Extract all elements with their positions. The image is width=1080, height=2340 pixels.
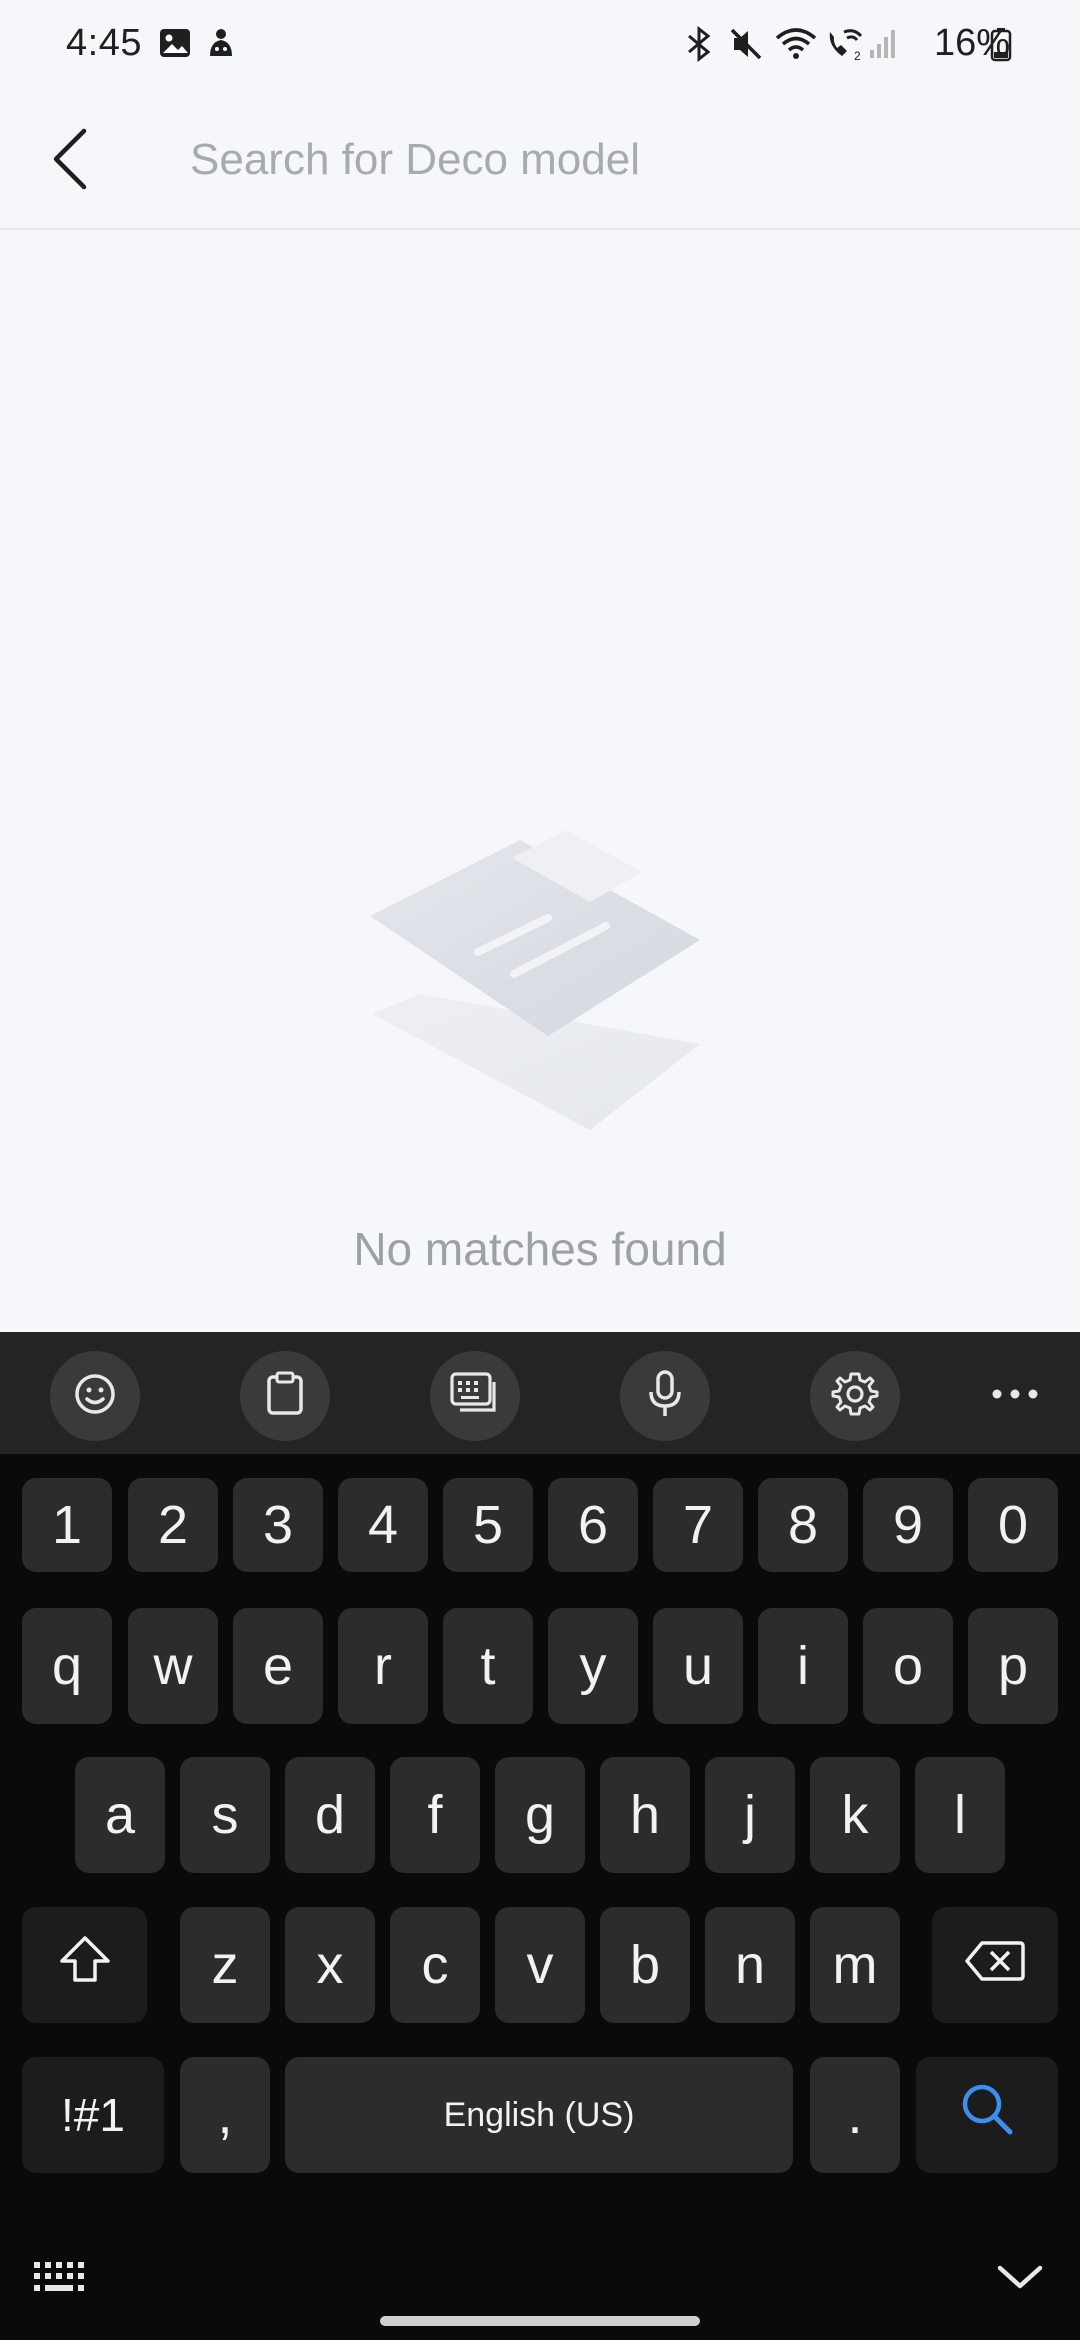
key-o[interactable]: o xyxy=(863,1608,953,1724)
key-h[interactable]: h xyxy=(600,1757,690,1873)
key-z[interactable]: z xyxy=(180,1907,270,2023)
key-c[interactable]: c xyxy=(390,1907,480,2023)
key-m[interactable]: m xyxy=(810,1907,900,2023)
back-arrow-icon xyxy=(48,127,92,196)
no-matches-message: No matches found xyxy=(353,1223,727,1275)
key-a[interactable]: a xyxy=(75,1757,165,1873)
key-s[interactable]: s xyxy=(180,1757,270,1873)
key-l[interactable]: l xyxy=(915,1757,1005,1873)
key-y[interactable]: y xyxy=(548,1608,638,1724)
emoji-button[interactable] xyxy=(50,1351,140,1441)
search-icon xyxy=(960,2082,1014,2149)
key-p[interactable]: p xyxy=(968,1608,1058,1724)
keyboard-switch-icon[interactable] xyxy=(32,2260,88,2301)
soft-keyboard: 1 2 3 4 5 6 7 8 9 0 q w e r t y u i o p … xyxy=(0,1332,1080,2340)
symbols-key[interactable]: !#1 xyxy=(22,2057,164,2173)
space-key[interactable]: English (US) xyxy=(285,2057,793,2173)
emoji-icon xyxy=(73,1372,117,1421)
empty-documents-illustration xyxy=(370,830,710,1140)
key-6[interactable]: 6 xyxy=(548,1478,638,1572)
key-d[interactable]: d xyxy=(285,1757,375,1873)
key-5[interactable]: 5 xyxy=(443,1478,533,1572)
key-w[interactable]: w xyxy=(128,1608,218,1724)
search-action-key[interactable] xyxy=(916,2057,1058,2173)
shift-icon xyxy=(58,1934,112,1997)
more-options-button[interactable] xyxy=(970,1351,1060,1441)
key-j[interactable]: j xyxy=(705,1757,795,1873)
notification-app-icon xyxy=(204,26,238,67)
backspace-icon xyxy=(964,1934,1026,1996)
key-n[interactable]: n xyxy=(705,1907,795,2023)
key-r[interactable]: r xyxy=(338,1608,428,1724)
key-1[interactable]: 1 xyxy=(22,1478,112,1572)
status-bar: 4:45 2 16% xyxy=(0,0,1080,90)
mute-icon xyxy=(728,26,764,67)
hide-keyboard-icon[interactable] xyxy=(996,2262,1044,2297)
search-input[interactable] xyxy=(190,120,1010,200)
key-t[interactable]: t xyxy=(443,1608,533,1724)
shift-key[interactable] xyxy=(22,1907,147,2023)
search-header xyxy=(0,90,1080,230)
key-2[interactable]: 2 xyxy=(128,1478,218,1572)
keyboard-toolbar xyxy=(0,1332,1080,1454)
bluetooth-icon xyxy=(684,25,714,67)
period-key[interactable]: . xyxy=(810,2057,900,2173)
key-8[interactable]: 8 xyxy=(758,1478,848,1572)
key-g[interactable]: g xyxy=(495,1757,585,1873)
keyboard-mode-icon xyxy=(450,1371,500,1421)
key-b[interactable]: b xyxy=(600,1907,690,2023)
keyboard-settings-button[interactable] xyxy=(810,1351,900,1441)
key-3[interactable]: 3 xyxy=(233,1478,323,1572)
keyboard-mode-button[interactable] xyxy=(430,1351,520,1441)
voice-input-button[interactable] xyxy=(620,1351,710,1441)
key-4[interactable]: 4 xyxy=(338,1478,428,1572)
wifi-icon xyxy=(774,26,818,67)
key-7[interactable]: 7 xyxy=(653,1478,743,1572)
wifi-calling-icon: 2 xyxy=(824,26,864,67)
clipboard-button[interactable] xyxy=(240,1351,330,1441)
svg-text:2: 2 xyxy=(854,49,861,62)
key-q[interactable]: q xyxy=(22,1608,112,1724)
key-0[interactable]: 0 xyxy=(968,1478,1058,1572)
key-k[interactable]: k xyxy=(810,1757,900,1873)
key-f[interactable]: f xyxy=(390,1757,480,1873)
key-x[interactable]: x xyxy=(285,1907,375,2023)
gallery-icon xyxy=(158,26,192,65)
key-v[interactable]: v xyxy=(495,1907,585,2023)
settings-icon xyxy=(831,1370,879,1423)
signal-icon xyxy=(868,26,898,67)
status-time: 4:45 xyxy=(66,22,142,64)
key-u[interactable]: u xyxy=(653,1608,743,1724)
key-i[interactable]: i xyxy=(758,1608,848,1724)
comma-key[interactable]: , xyxy=(180,2057,270,2173)
battery-icon xyxy=(990,26,1012,67)
more-icon xyxy=(991,1387,1039,1405)
microphone-icon xyxy=(647,1369,683,1423)
clipboard-icon xyxy=(265,1371,305,1422)
backspace-key[interactable] xyxy=(932,1907,1058,2023)
key-9[interactable]: 9 xyxy=(863,1478,953,1572)
key-e[interactable]: e xyxy=(233,1608,323,1724)
home-indicator[interactable] xyxy=(380,2316,700,2326)
back-button[interactable] xyxy=(30,116,110,206)
